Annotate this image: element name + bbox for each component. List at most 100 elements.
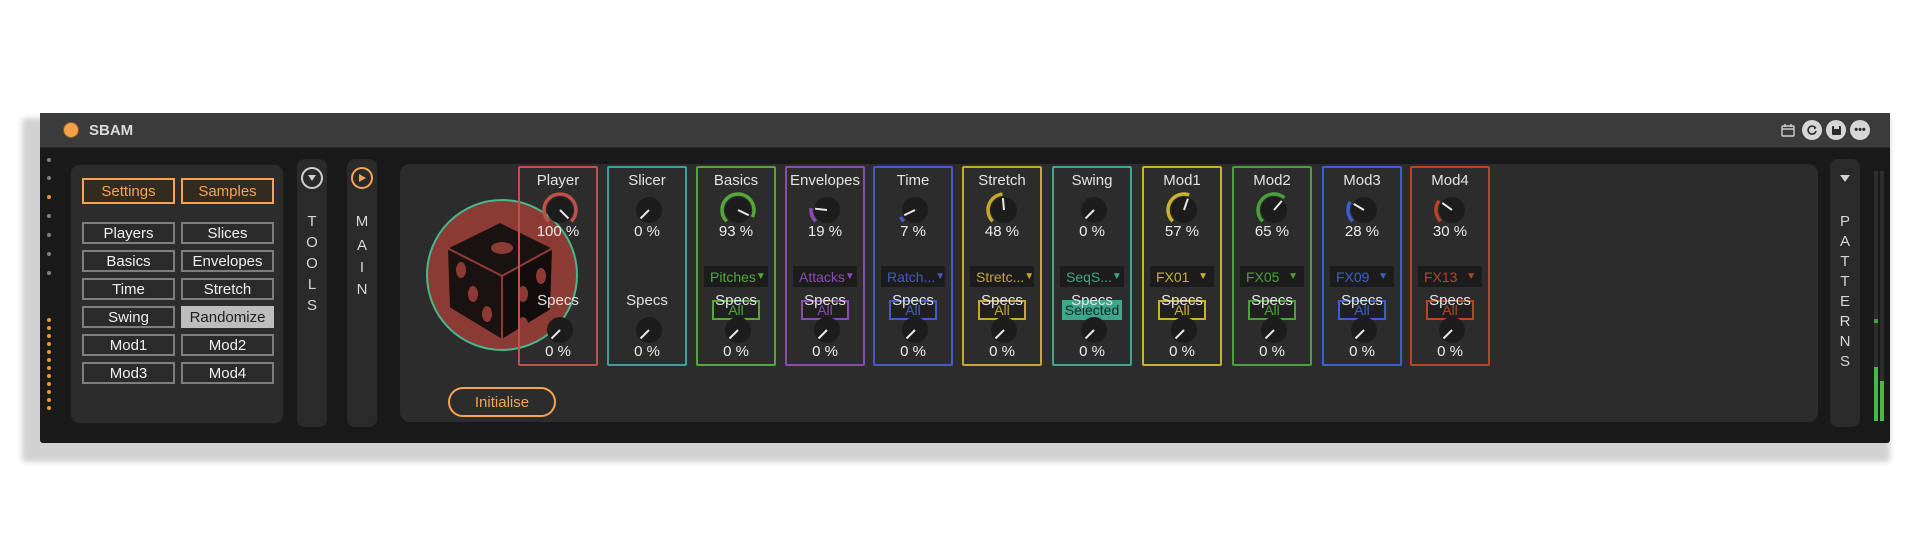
chevron-down-icon: ▼ bbox=[755, 271, 766, 282]
specs-label: Specs bbox=[1071, 292, 1113, 309]
chevron-down-icon[interactable] bbox=[301, 167, 323, 189]
calendar-icon[interactable] bbox=[1778, 120, 1798, 140]
nav-button-basics[interactable]: Basics bbox=[82, 250, 175, 272]
nav-button-mod4[interactable]: Mod4 bbox=[181, 362, 274, 384]
chevron-down-icon: ▼ bbox=[1288, 271, 1298, 282]
module-name: Slicer bbox=[628, 172, 666, 189]
module-mod4: Mod4 30 % FX13 ▼ All Specs 0 % bbox=[1410, 166, 1490, 366]
dropdown-value: FX09 bbox=[1336, 268, 1370, 285]
specs-label: Specs bbox=[981, 292, 1023, 309]
activity-dots bbox=[47, 158, 52, 448]
device-panel: SBAM ••• Settings Samples Players Slices bbox=[40, 113, 1890, 443]
chevron-down-icon[interactable] bbox=[1834, 167, 1856, 189]
module-name: Basics bbox=[713, 172, 759, 189]
patterns-letter: T bbox=[1840, 253, 1850, 270]
tools-strip[interactable]: T O O L S bbox=[297, 159, 327, 427]
dropdown-value: Ratch... bbox=[887, 268, 936, 285]
initialise-button[interactable]: Initialise bbox=[448, 387, 556, 417]
refresh-icon[interactable] bbox=[1802, 120, 1822, 140]
module-name: Stretch bbox=[978, 172, 1026, 189]
specs-label: Specs bbox=[626, 292, 668, 309]
nav-button-slices[interactable]: Slices bbox=[181, 222, 274, 244]
target-dropdown[interactable]: FX13 ▼ bbox=[1418, 266, 1482, 287]
target-dropdown[interactable]: Attacks ▼ bbox=[793, 266, 857, 287]
play-icon[interactable] bbox=[351, 167, 373, 189]
patterns-letter: A bbox=[1839, 233, 1850, 250]
nav-button-swing[interactable]: Swing bbox=[82, 306, 175, 328]
samples-button[interactable]: Samples bbox=[181, 178, 274, 204]
amount-value: 48 % bbox=[984, 223, 1020, 240]
main-letter: N bbox=[356, 281, 368, 298]
dropdown-value: FX05 bbox=[1246, 268, 1280, 285]
output-level-meter bbox=[1874, 171, 1884, 421]
specs-label: Specs bbox=[537, 292, 579, 309]
specs-label: Specs bbox=[1161, 292, 1203, 309]
module-slicer: Slicer 0 % Specs 0 % bbox=[607, 166, 687, 366]
module-swing: Swing 0 % SeqS... ▼ Selected Specs 0 % bbox=[1052, 166, 1132, 366]
patterns-letter: S bbox=[1839, 353, 1850, 370]
dropdown-value: Pitches bbox=[710, 268, 756, 285]
module-player: Player 100 % Specs 0 % bbox=[518, 166, 598, 366]
tools-letter: L bbox=[307, 276, 317, 293]
specs-label: Specs bbox=[1251, 292, 1293, 309]
specs-value: 0 % bbox=[723, 343, 749, 360]
nav-button-time[interactable]: Time bbox=[82, 278, 175, 300]
specs-label: Specs bbox=[892, 292, 934, 309]
device-title: SBAM bbox=[89, 122, 134, 139]
nav-button-randomize[interactable]: Randomize bbox=[181, 306, 274, 328]
main-letter: M bbox=[355, 213, 369, 230]
amount-value: 7 % bbox=[900, 223, 926, 240]
amount-value: 30 % bbox=[1432, 223, 1468, 240]
module-name: Swing bbox=[1071, 172, 1113, 189]
main-strip[interactable]: M A I N bbox=[347, 159, 377, 427]
specs-value: 0 % bbox=[1437, 343, 1463, 360]
chevron-down-icon: ▼ bbox=[844, 271, 855, 282]
nav-button-envelopes[interactable]: Envelopes bbox=[181, 250, 274, 272]
module-envelopes: Envelopes 19 % Attacks ▼ All Specs 0 % bbox=[785, 166, 865, 366]
specs-label: Specs bbox=[715, 292, 757, 309]
device-power-toggle[interactable] bbox=[63, 122, 79, 138]
nav-button-stretch[interactable]: Stretch bbox=[181, 278, 274, 300]
save-icon[interactable] bbox=[1826, 120, 1846, 140]
target-dropdown[interactable]: FX01 ▼ bbox=[1150, 266, 1214, 287]
module-name: Mod3 bbox=[1343, 172, 1381, 189]
module-mod1: Mod1 57 % FX01 ▼ All Specs 0 % bbox=[1142, 166, 1222, 366]
target-dropdown[interactable]: SeqS... ▼ bbox=[1060, 266, 1124, 287]
randomize-panel: Initialise Player 100 % Specs 0 % Slicer 0 % S… bbox=[400, 164, 1818, 422]
target-dropdown[interactable]: Ratch... ▼ bbox=[881, 266, 945, 287]
module-basics: Basics 93 % Pitches ▼ All Specs 0 % bbox=[696, 166, 776, 366]
module-name: Mod4 bbox=[1431, 172, 1469, 189]
amount-value: 19 % bbox=[807, 223, 843, 240]
specs-value: 0 % bbox=[1259, 343, 1285, 360]
nav-button-mod1[interactable]: Mod1 bbox=[82, 334, 175, 356]
patterns-letter: N bbox=[1839, 333, 1851, 350]
patterns-letter: E bbox=[1839, 293, 1850, 310]
amount-value: 93 % bbox=[718, 223, 754, 240]
patterns-strip[interactable]: P A T T E R N S bbox=[1830, 159, 1860, 427]
dropdown-value: Stretc... bbox=[976, 268, 1025, 285]
settings-button[interactable]: Settings bbox=[82, 178, 175, 204]
nav-button-players[interactable]: Players bbox=[82, 222, 175, 244]
tools-letter: O bbox=[306, 255, 318, 272]
target-dropdown[interactable]: FX09 ▼ bbox=[1330, 266, 1394, 287]
dropdown-value: FX01 bbox=[1156, 268, 1190, 285]
nav-button-mod2[interactable]: Mod2 bbox=[181, 334, 274, 356]
dropdown-value: Attacks bbox=[799, 268, 845, 285]
amount-value: 0 % bbox=[634, 223, 660, 240]
chevron-down-icon: ▼ bbox=[1198, 271, 1208, 282]
patterns-letter: T bbox=[1840, 273, 1850, 290]
target-dropdown[interactable]: FX05 ▼ bbox=[1240, 266, 1304, 287]
chevron-down-icon: ▼ bbox=[935, 271, 946, 282]
specs-label: Specs bbox=[1341, 292, 1383, 309]
target-dropdown[interactable]: Stretc... ▼ bbox=[970, 266, 1034, 287]
specs-value: 0 % bbox=[812, 343, 838, 360]
chevron-down-icon: ▼ bbox=[1024, 271, 1035, 282]
specs-label: Specs bbox=[804, 292, 846, 309]
tools-letter: O bbox=[306, 234, 318, 251]
target-dropdown[interactable]: Pitches ▼ bbox=[704, 266, 768, 287]
nav-button-mod3[interactable]: Mod3 bbox=[82, 362, 175, 384]
specs-value: 0 % bbox=[989, 343, 1015, 360]
chevron-down-icon: ▼ bbox=[1378, 271, 1388, 282]
patterns-letter: R bbox=[1839, 313, 1851, 330]
more-icon[interactable]: ••• bbox=[1850, 120, 1870, 140]
